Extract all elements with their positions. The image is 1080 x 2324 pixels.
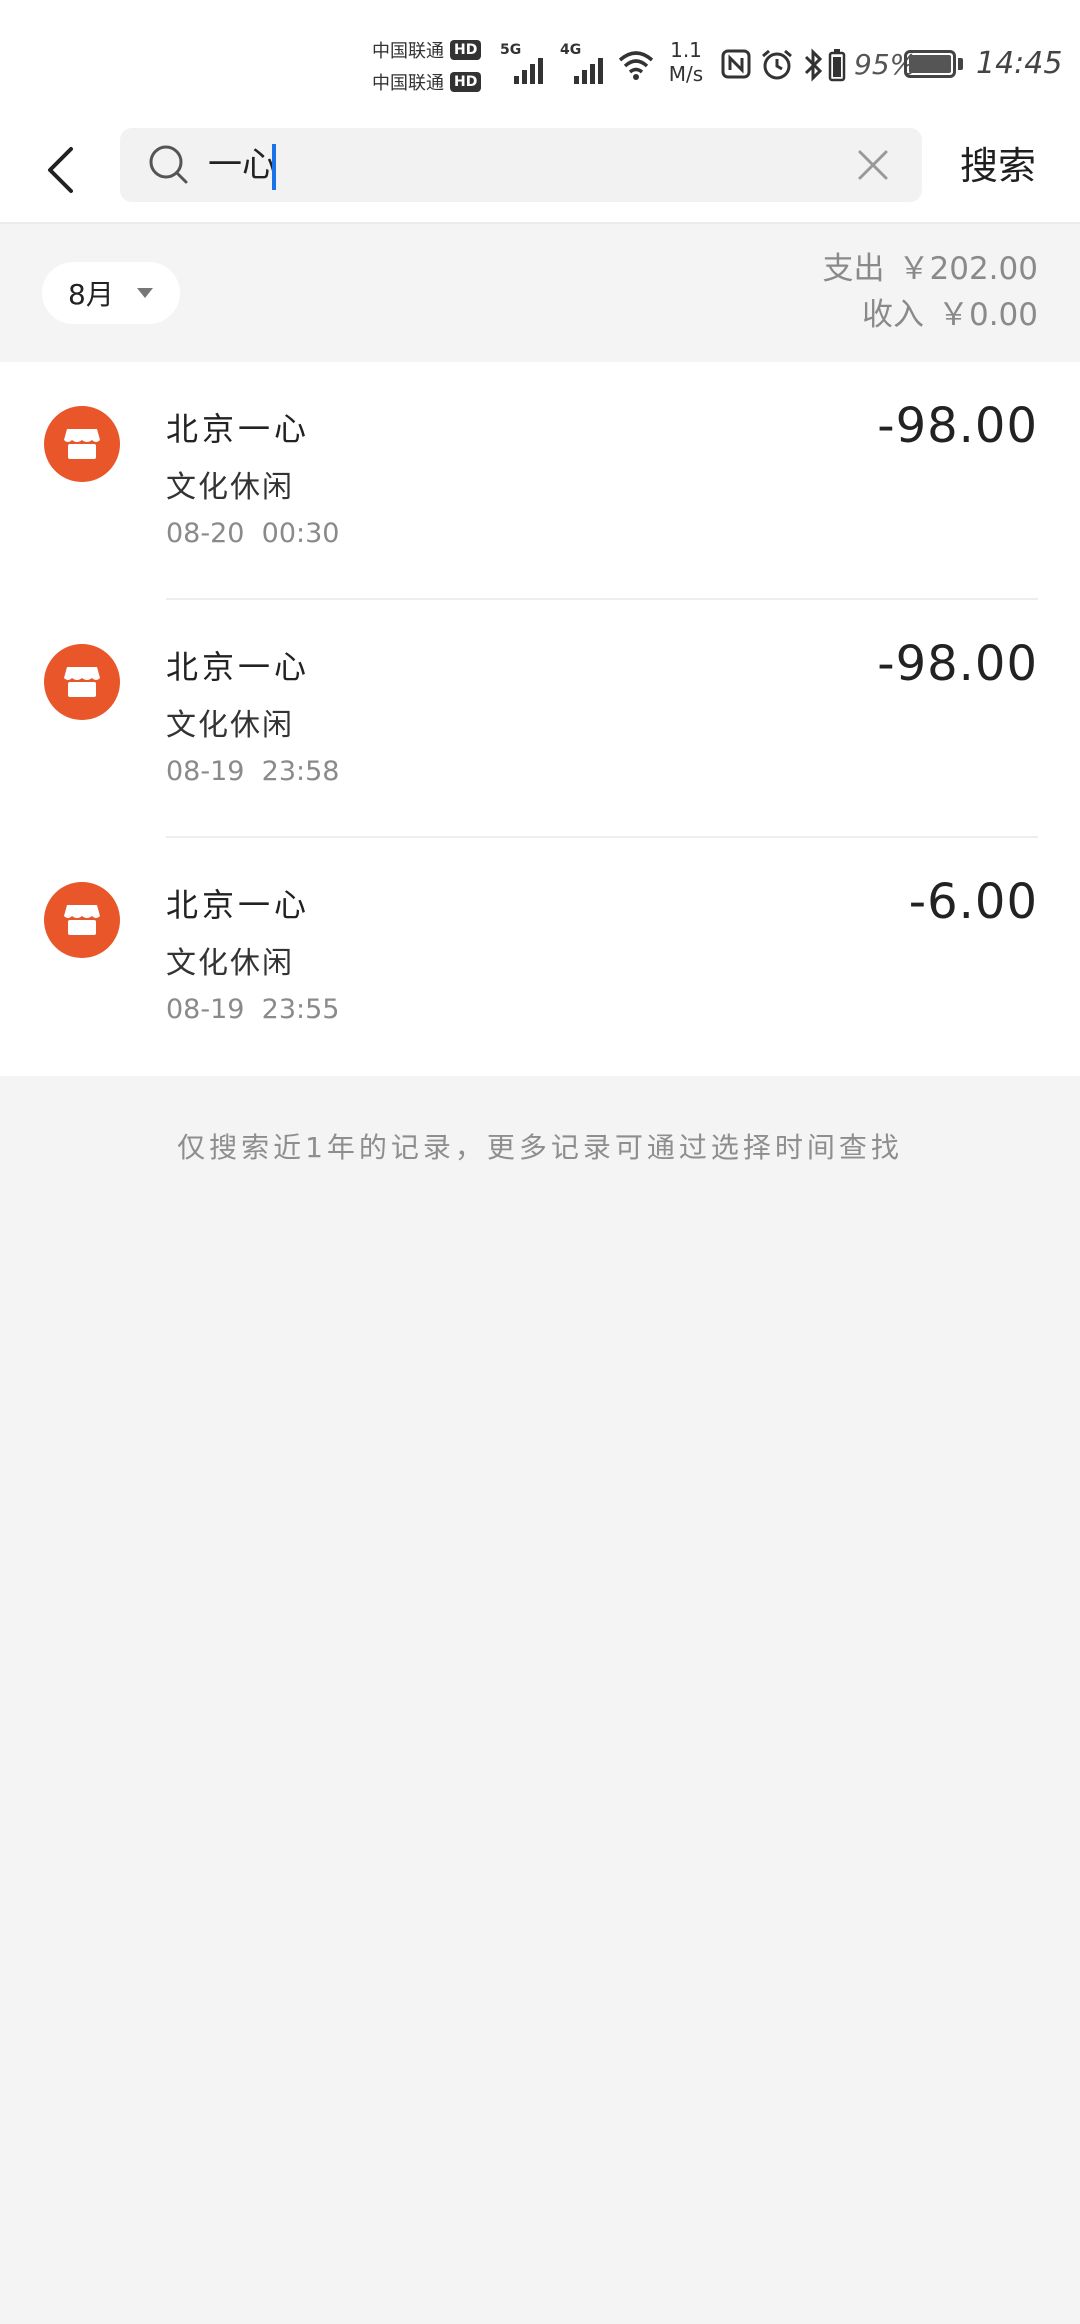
hd-badge-2: HD <box>450 72 482 92</box>
merchant-name: 北京一心 <box>166 886 311 924</box>
search-submit-button[interactable]: 搜索 <box>960 136 1036 196</box>
text-caret <box>272 144 276 190</box>
expense-total: 支出 ￥202.00 <box>822 251 1038 287</box>
search-icon <box>149 145 188 184</box>
transaction-category: 文化休闲 <box>166 708 294 743</box>
store-icon <box>44 644 120 720</box>
transaction-datetime: 08-19 23:55 <box>166 994 340 1025</box>
month-label: 8月 <box>68 278 114 311</box>
transaction-amount: -98.00 <box>877 636 1038 692</box>
battery-icon <box>904 50 956 78</box>
carrier-info: 中国联通 HD 中国联通 HD <box>372 34 492 98</box>
transaction-amount: -6.00 <box>908 874 1038 930</box>
chevron-left-icon <box>48 147 73 193</box>
caret-down-icon <box>136 288 153 298</box>
hd-badge-1: HD <box>450 40 482 60</box>
bluetooth-icon <box>804 48 823 82</box>
transaction-row[interactable]: 北京一心 文化休闲 08-19 23:58 -98.00 <box>0 600 1080 838</box>
summary-totals: 支出 ￥202.00 收入 ￥0.00 <box>823 246 1038 338</box>
back-button[interactable] <box>30 138 90 202</box>
merchant-name: 北京一心 <box>166 410 311 448</box>
net-speed: 1.1 M/s <box>668 38 704 86</box>
income-total: 收入 ￥0.00 <box>861 297 1038 333</box>
wifi-icon <box>618 51 654 80</box>
month-picker[interactable]: 8月 <box>42 262 180 324</box>
nfc-icon <box>721 49 751 79</box>
carrier-2-label: 中国联通 <box>372 73 444 94</box>
store-icon <box>44 882 120 958</box>
search-header: 一心 搜索 <box>0 120 1080 224</box>
transaction-category: 文化休闲 <box>166 946 294 981</box>
store-icon <box>44 406 120 482</box>
carrier-1-label: 中国联通 <box>372 41 444 62</box>
alarm-icon <box>762 49 792 80</box>
transaction-list: 北京一心 文化休闲 08-20 00:30 -98.00 北京一心 文化休闲 0… <box>0 362 1080 1076</box>
merchant-name: 北京一心 <box>166 648 311 686</box>
transaction-row[interactable]: 北京一心 文化休闲 08-19 23:55 -6.00 <box>0 838 1080 1076</box>
transaction-datetime: 08-19 23:58 <box>166 756 340 787</box>
search-input[interactable]: 一心 <box>120 128 922 202</box>
transaction-category: 文化休闲 <box>166 470 294 505</box>
transaction-amount: -98.00 <box>877 398 1038 454</box>
status-time: 14:45 <box>976 46 1063 81</box>
status-bar: 中国联通 HD 中国联通 HD 5G 4G 1.1 M/s 95% 14:45 <box>0 0 1080 120</box>
transaction-datetime: 08-20 00:30 <box>166 518 340 549</box>
close-icon[interactable] <box>856 148 890 182</box>
transaction-row[interactable]: 北京一心 文化休闲 08-20 00:30 -98.00 <box>0 362 1080 600</box>
summary-band: 8月 支出 ￥202.00 收入 ￥0.00 <box>0 226 1080 360</box>
search-query[interactable]: 一心 <box>208 142 276 188</box>
search-range-hint: 仅搜索近1年的记录，更多记录可通过选择时间查找 <box>177 1131 903 1164</box>
device-battery-icon <box>828 49 846 82</box>
